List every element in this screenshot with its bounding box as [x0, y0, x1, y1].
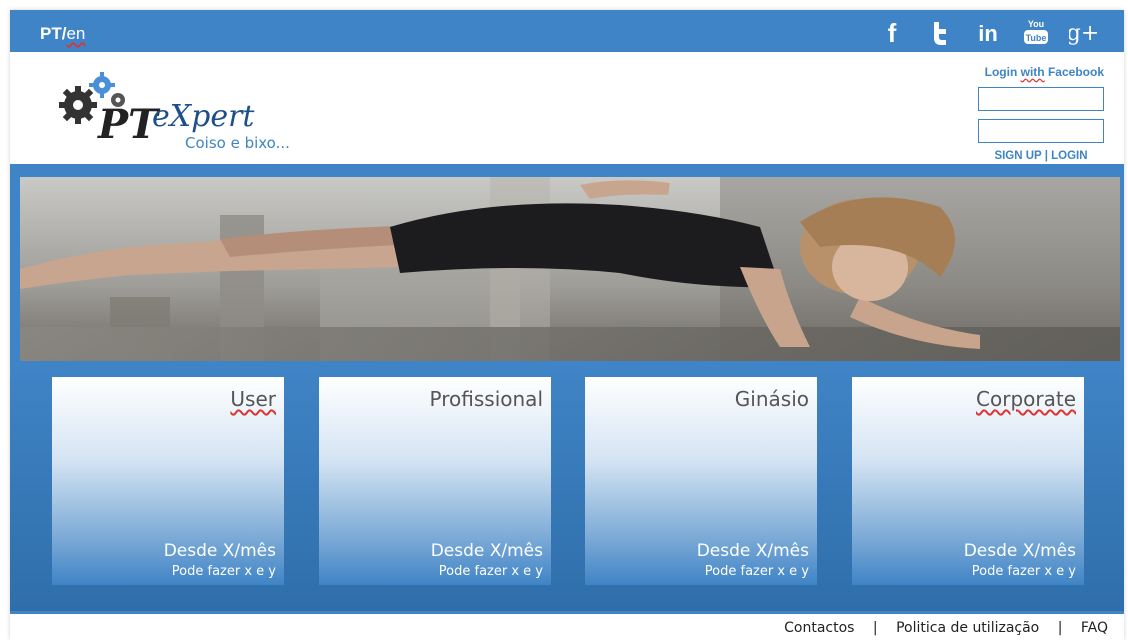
svg-text:g+: g+: [1069, 21, 1099, 46]
plan-title: Corporate: [976, 387, 1076, 411]
plan-description: Pode fazer x e y: [438, 564, 543, 579]
google-plus-icon[interactable]: g+: [1060, 18, 1108, 46]
login-facebook-link[interactable]: Login with Facebook: [978, 65, 1104, 79]
tagline: Coiso e bixo...: [185, 134, 290, 152]
facebook-icon[interactable]: f: [868, 18, 916, 46]
login-link[interactable]: LOGIN: [1051, 150, 1087, 162]
password-input[interactable]: [978, 119, 1104, 143]
plan-price: Desde X/mês: [163, 541, 276, 561]
auth-separator: |: [1044, 150, 1048, 162]
twitter-icon[interactable]: [916, 18, 964, 46]
site-footer: Contactos | Politica de utilização | FAQ: [784, 620, 1108, 636]
plans-section: User Desde X/mês Pode fazer x e y Profis…: [10, 365, 1124, 611]
signup-link[interactable]: SIGN UP: [994, 150, 1041, 162]
svg-text:You: You: [1028, 19, 1044, 29]
language-switcher: PT/en: [40, 24, 85, 44]
svg-text:in: in: [978, 21, 998, 46]
plan-description: Pode fazer x e y: [171, 564, 276, 579]
footer-contacts-link[interactable]: Contactos: [784, 620, 854, 636]
site-logo[interactable]: PT eXpert Coiso e bixo...: [40, 60, 340, 160]
footer-separator: |: [1057, 620, 1063, 636]
plan-price: Desde X/mês: [430, 541, 543, 561]
lang-pt-link[interactable]: PT: [40, 24, 62, 43]
linkedin-icon[interactable]: in: [964, 18, 1012, 46]
footer-faq-link[interactable]: FAQ: [1081, 620, 1108, 636]
plan-card-profissional[interactable]: Profissional Desde X/mês Pode fazer x e …: [319, 377, 551, 585]
plan-price: Desde X/mês: [696, 541, 809, 561]
social-links: f in You Tube g+: [868, 18, 1108, 46]
plan-title: Profissional: [429, 387, 543, 411]
svg-text:Tube: Tube: [1026, 33, 1047, 43]
plan-price: Desde X/mês: [963, 541, 1076, 561]
youtube-icon[interactable]: You Tube: [1012, 18, 1060, 46]
hero-image: [20, 177, 1120, 361]
plan-description: Pode fazer x e y: [704, 564, 809, 579]
login-panel: Login with Facebook SIGN UP | LOGIN: [978, 52, 1104, 162]
plan-card-user[interactable]: User Desde X/mês Pode fazer x e y: [52, 377, 284, 585]
auth-links: SIGN UP | LOGIN: [978, 150, 1104, 162]
plan-title: Ginásio: [734, 387, 809, 411]
plan-card-ginasio[interactable]: Ginásio Desde X/mês Pode fazer x e y: [585, 377, 817, 585]
logo-expert-text: eXpert: [152, 99, 255, 134]
footer-separator: |: [872, 620, 878, 636]
top-bar: PT/en f in You Tube g+: [10, 10, 1124, 52]
site-header: PT eXpert Coiso e bixo... Login with Fac…: [10, 52, 1124, 164]
svg-text:f: f: [888, 18, 897, 46]
lang-en-link[interactable]: en: [66, 24, 85, 43]
plan-description: Pode fazer x e y: [971, 564, 1076, 579]
plan-card-corporate[interactable]: Corporate Desde X/mês Pode fazer x e y: [852, 377, 1084, 585]
footer-policy-link[interactable]: Politica de utilização: [896, 620, 1039, 636]
username-input[interactable]: [978, 87, 1104, 111]
plan-title: User: [230, 387, 276, 411]
